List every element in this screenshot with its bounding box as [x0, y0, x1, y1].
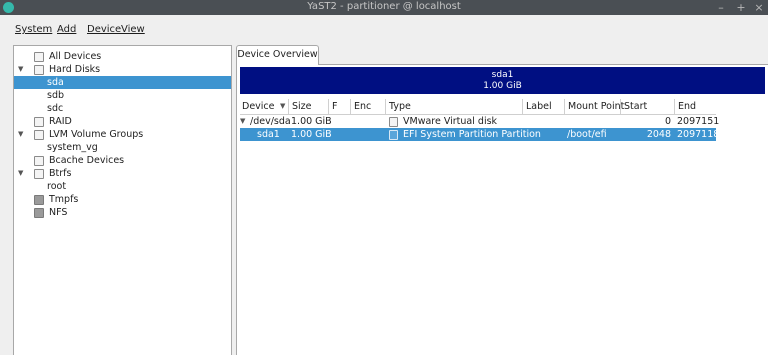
chevron-down-icon[interactable]: ▼: [18, 167, 23, 180]
column-header-enc[interactable]: Enc: [350, 99, 385, 114]
column-header-label[interactable]: Label: [522, 99, 564, 114]
cell-start: 0: [664, 116, 671, 127]
tree-item-nfs[interactable]: NFS: [14, 206, 231, 219]
cell-device: /dev/sda: [250, 116, 291, 127]
menu-add[interactable]: Add: [57, 24, 76, 35]
partition-bar-sda1[interactable]: sda1 1.00 GiB: [240, 67, 765, 94]
tree-item-all-devices[interactable]: All Devices: [14, 50, 231, 63]
menu-system[interactable]: System: [15, 24, 52, 35]
table-row[interactable]: sda1 1.00 GiB EFI System Partition Parti…: [240, 128, 720, 141]
menu-device[interactable]: Device: [87, 24, 121, 35]
column-header-f[interactable]: F: [328, 99, 350, 114]
raid-icon: [34, 117, 44, 127]
cell-end: 2097151: [677, 116, 720, 127]
table-row[interactable]: ▼ /dev/sda 1.00 GiB VMware Virtual disk …: [240, 115, 720, 128]
minimize-button[interactable]: –: [714, 0, 728, 15]
chevron-down-icon[interactable]: ▼: [18, 128, 23, 141]
harddisk-icon: [34, 65, 44, 75]
monitor-icon: [34, 52, 44, 62]
cell-end: 2097118: [677, 129, 720, 140]
tree-item-bcache-devices[interactable]: Bcache Devices: [14, 154, 231, 167]
tree-item-tmpfs[interactable]: Tmpfs: [14, 193, 231, 206]
column-header-start[interactable]: Start: [620, 99, 674, 114]
tree-item-lvm-volume-groups[interactable]: ▼ LVM Volume Groups: [14, 128, 231, 141]
tree-item-system-vg[interactable]: system_vg: [14, 141, 231, 154]
cell-start: 2048: [646, 129, 671, 140]
btrfs-icon: [34, 169, 44, 179]
tree-item-hard-disks[interactable]: ▼ Hard Disks: [14, 63, 231, 76]
close-button[interactable]: ×: [752, 0, 766, 15]
maximize-button[interactable]: +: [734, 0, 748, 15]
column-header-size[interactable]: Size: [288, 99, 328, 114]
partition-bar-name: sda1: [491, 70, 514, 80]
window-title: YaST2 - partitioner @ localhost: [307, 1, 461, 12]
bcache-icon: [34, 156, 44, 166]
tree-item-btrfs[interactable]: ▼ Btrfs: [14, 167, 231, 180]
cell-size: 1.00 GiB: [291, 116, 332, 127]
tree-item-sdb[interactable]: sdb: [14, 89, 231, 102]
title-bar: YaST2 - partitioner @ localhost – + ×: [0, 0, 768, 15]
chevron-down-icon[interactable]: ▼: [240, 115, 245, 128]
menu-bar: System Add Device View: [0, 15, 768, 43]
partition-icon: [389, 130, 398, 140]
cell-mount-point: /boot/efi: [567, 129, 607, 140]
menu-view[interactable]: View: [121, 24, 145, 35]
tree-item-raid[interactable]: RAID: [14, 115, 231, 128]
chevron-down-icon[interactable]: ▼: [18, 63, 23, 76]
cell-type: VMware Virtual disk: [403, 116, 498, 127]
cell-device: sda1: [257, 129, 280, 140]
nfs-icon: [34, 208, 44, 218]
partition-bar-size: 1.00 GiB: [483, 81, 522, 91]
table-header: Device ▼ Size F Enc Type Label Mount Poi…: [240, 99, 716, 114]
lvm-icon: [34, 130, 44, 140]
tree-item-root[interactable]: root: [14, 180, 231, 193]
column-header-type[interactable]: Type: [385, 99, 522, 114]
tab-device-overview[interactable]: Device Overview: [236, 45, 319, 65]
cell-type: EFI System Partition Partition: [403, 129, 541, 140]
device-tree: All Devices ▼ Hard Disks sda sdb sdc RAI…: [13, 45, 232, 355]
cell-size: 1.00 GiB: [291, 129, 332, 140]
tmpfs-icon: [34, 195, 44, 205]
sort-down-icon: ▼: [280, 102, 286, 110]
tree-item-sdc[interactable]: sdc: [14, 102, 231, 115]
column-header-device[interactable]: Device ▼: [240, 99, 288, 114]
column-header-mount-point[interactable]: Mount Point: [564, 99, 624, 114]
tree-item-sda[interactable]: sda: [14, 76, 231, 89]
disk-icon: [389, 117, 398, 127]
column-header-end[interactable]: End: [674, 99, 716, 114]
